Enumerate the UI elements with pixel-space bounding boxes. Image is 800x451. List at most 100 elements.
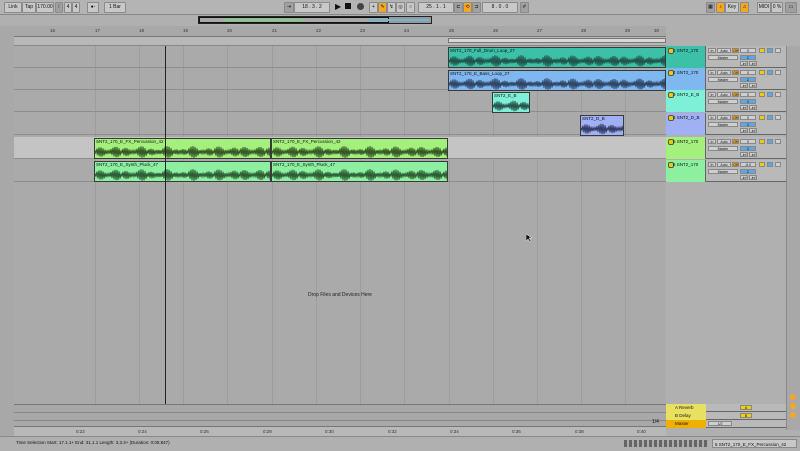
re-enable-automation-icon[interactable]: ↯: [387, 2, 396, 13]
arm-button[interactable]: [775, 162, 781, 167]
monitor-off-button[interactable]: Off: [732, 70, 739, 75]
arm-button[interactable]: [775, 139, 781, 144]
draw-mode-icon[interactable]: ✐: [520, 2, 529, 13]
song-position-field[interactable]: 18 . 3 . 2: [294, 2, 330, 13]
overdub-icon[interactable]: +: [369, 2, 378, 13]
send-a-field[interactable]: -inf: [740, 128, 748, 133]
track-activator-button[interactable]: [759, 70, 765, 75]
quantization-select[interactable]: 1 Bar: [104, 2, 126, 13]
solo-button[interactable]: [767, 115, 773, 120]
metronome-toggle-icon[interactable]: ●◦: [87, 2, 99, 13]
send-a-field[interactable]: -inf: [740, 175, 748, 180]
monitor-off-button[interactable]: Off: [732, 92, 739, 97]
link-button[interactable]: Link: [4, 2, 22, 13]
signature-numerator[interactable]: 4: [64, 2, 72, 13]
stop-icon[interactable]: [345, 3, 351, 9]
track-name-box[interactable]: 4 SNT2_D_B: [666, 113, 706, 135]
solo-button[interactable]: [767, 48, 773, 53]
monitor-auto-button[interactable]: Auto: [717, 139, 731, 144]
track-activator-button[interactable]: [759, 48, 765, 53]
loop-start-field[interactable]: 25 . 1 . 1: [418, 2, 454, 13]
send-b-field[interactable]: -inf: [749, 175, 757, 180]
track-activator-button[interactable]: [759, 92, 765, 97]
pan-field[interactable]: C: [740, 77, 756, 82]
track-name-box[interactable]: 5 SNT2_170: [666, 137, 706, 159]
beat-time-ruler[interactable]: 16 17 18 19 20 21 22 23 24 25 26 27 28 2…: [14, 26, 666, 37]
metronome-icon[interactable]: ⁞: [55, 2, 63, 13]
send-b-field[interactable]: -inf: [749, 61, 757, 66]
monitor-off-button[interactable]: Off: [732, 162, 739, 167]
key-map-button[interactable]: Key: [725, 2, 739, 13]
send-a-field[interactable]: -inf: [740, 152, 748, 157]
audio-clip[interactable]: SNT2_170_E_Bass_Loop_27: [448, 70, 666, 91]
volume-field[interactable]: 0: [740, 115, 756, 120]
pan-field[interactable]: C: [740, 99, 756, 104]
input-type-select[interactable]: In: [708, 115, 716, 120]
return-track-name[interactable]: A Reverb: [666, 404, 706, 412]
track-activator-button[interactable]: [759, 139, 765, 144]
track-header[interactable]: 6 SNT2_170 In Auto Off Master -5.0 C -inf -inf: [666, 160, 786, 182]
loop-brace[interactable]: [448, 38, 666, 43]
midi-map-button[interactable]: MIDI: [757, 2, 771, 13]
pan-field[interactable]: C: [740, 169, 756, 174]
send-a-field[interactable]: -inf: [740, 105, 748, 110]
audio-clip[interactable]: SNT2_170_E_FX_Percussion_42: [94, 138, 271, 159]
loop-length-field[interactable]: 8 . 0 . 0: [482, 2, 518, 13]
record-icon[interactable]: [357, 3, 364, 10]
track-lane[interactable]: [14, 113, 666, 135]
track-header[interactable]: 1 SNT2_170 In Auto Off Master 0 C -inf -inf: [666, 46, 786, 68]
track-header[interactable]: 2 SNT2_170 In Auto Off Master 0 C -inf -inf: [666, 68, 786, 90]
keyboard-toggle-icon[interactable]: ♪: [716, 2, 725, 13]
send-b-field[interactable]: -inf: [749, 152, 757, 157]
zoom-icon[interactable]: [790, 394, 796, 400]
time-ruler[interactable]: 0:22 0:24 0:26 0:28 0:30 0:32 0:34 0:36 …: [14, 426, 666, 436]
solo-button[interactable]: [767, 70, 773, 75]
audio-clip[interactable]: SNT2_D_B: [580, 115, 624, 136]
capture-icon[interactable]: ◎: [396, 2, 405, 13]
input-type-select[interactable]: In: [708, 70, 716, 75]
zoom-icon[interactable]: [790, 412, 796, 418]
tempo-field[interactable]: 170.00: [36, 2, 54, 13]
arm-button[interactable]: [775, 70, 781, 75]
track-activator-button[interactable]: [759, 162, 765, 167]
signature-denominator[interactable]: 4: [72, 2, 80, 13]
monitor-auto-button[interactable]: Auto: [717, 162, 731, 167]
pan-field[interactable]: C: [740, 55, 756, 60]
return-track-name[interactable]: B Delay: [666, 412, 706, 420]
pan-field[interactable]: C: [740, 122, 756, 127]
solo-button[interactable]: [767, 92, 773, 97]
send-b-field[interactable]: -inf: [749, 83, 757, 88]
send-b-field[interactable]: -inf: [749, 128, 757, 133]
computer-midi-keyboard-icon[interactable]: ▦: [706, 2, 715, 13]
monitor-auto-button[interactable]: Auto: [717, 48, 731, 53]
output-select[interactable]: Master: [708, 55, 738, 60]
audio-clip[interactable]: SNT2_170_E_Synth_Pluck_47: [271, 161, 448, 182]
track-name-box[interactable]: 3 SNT2_E_B: [666, 90, 706, 112]
track-lane[interactable]: [14, 90, 666, 112]
volume-field[interactable]: -5.0: [740, 162, 756, 167]
master-track-header[interactable]: Master 1/2: [666, 420, 786, 428]
volume-field[interactable]: 0: [740, 70, 756, 75]
return-track-header[interactable]: A Reverb A: [666, 404, 786, 412]
arrangement-overview[interactable]: [198, 16, 432, 24]
punch-out-icon[interactable]: ⊐: [472, 2, 481, 13]
monitor-auto-button[interactable]: Auto: [717, 92, 731, 97]
track-header[interactable]: 5 SNT2_170 In Auto Off Master 0 C -inf -inf: [666, 137, 786, 159]
volume-field[interactable]: 0: [740, 48, 756, 53]
input-type-select[interactable]: In: [708, 48, 716, 53]
volume-field[interactable]: 0: [740, 92, 756, 97]
volume-field[interactable]: 0: [740, 139, 756, 144]
monitor-off-button[interactable]: Off: [732, 139, 739, 144]
track-name-box[interactable]: 1 SNT2_170: [666, 46, 706, 68]
arm-button[interactable]: [775, 92, 781, 97]
audio-clip[interactable]: SNT2_E_B: [492, 92, 530, 113]
return-lanes[interactable]: [14, 404, 666, 427]
vertical-scroll-strip[interactable]: [786, 46, 800, 430]
monitor-off-button[interactable]: Off: [732, 48, 739, 53]
automation-arm-icon[interactable]: ✎: [378, 2, 387, 13]
loop-switch-icon[interactable]: ⟲: [463, 2, 472, 13]
monitor-off-button[interactable]: Off: [732, 115, 739, 120]
arm-button[interactable]: [775, 48, 781, 53]
monitor-auto-button[interactable]: Auto: [717, 70, 731, 75]
track-name-box[interactable]: 6 SNT2_170: [666, 160, 706, 182]
